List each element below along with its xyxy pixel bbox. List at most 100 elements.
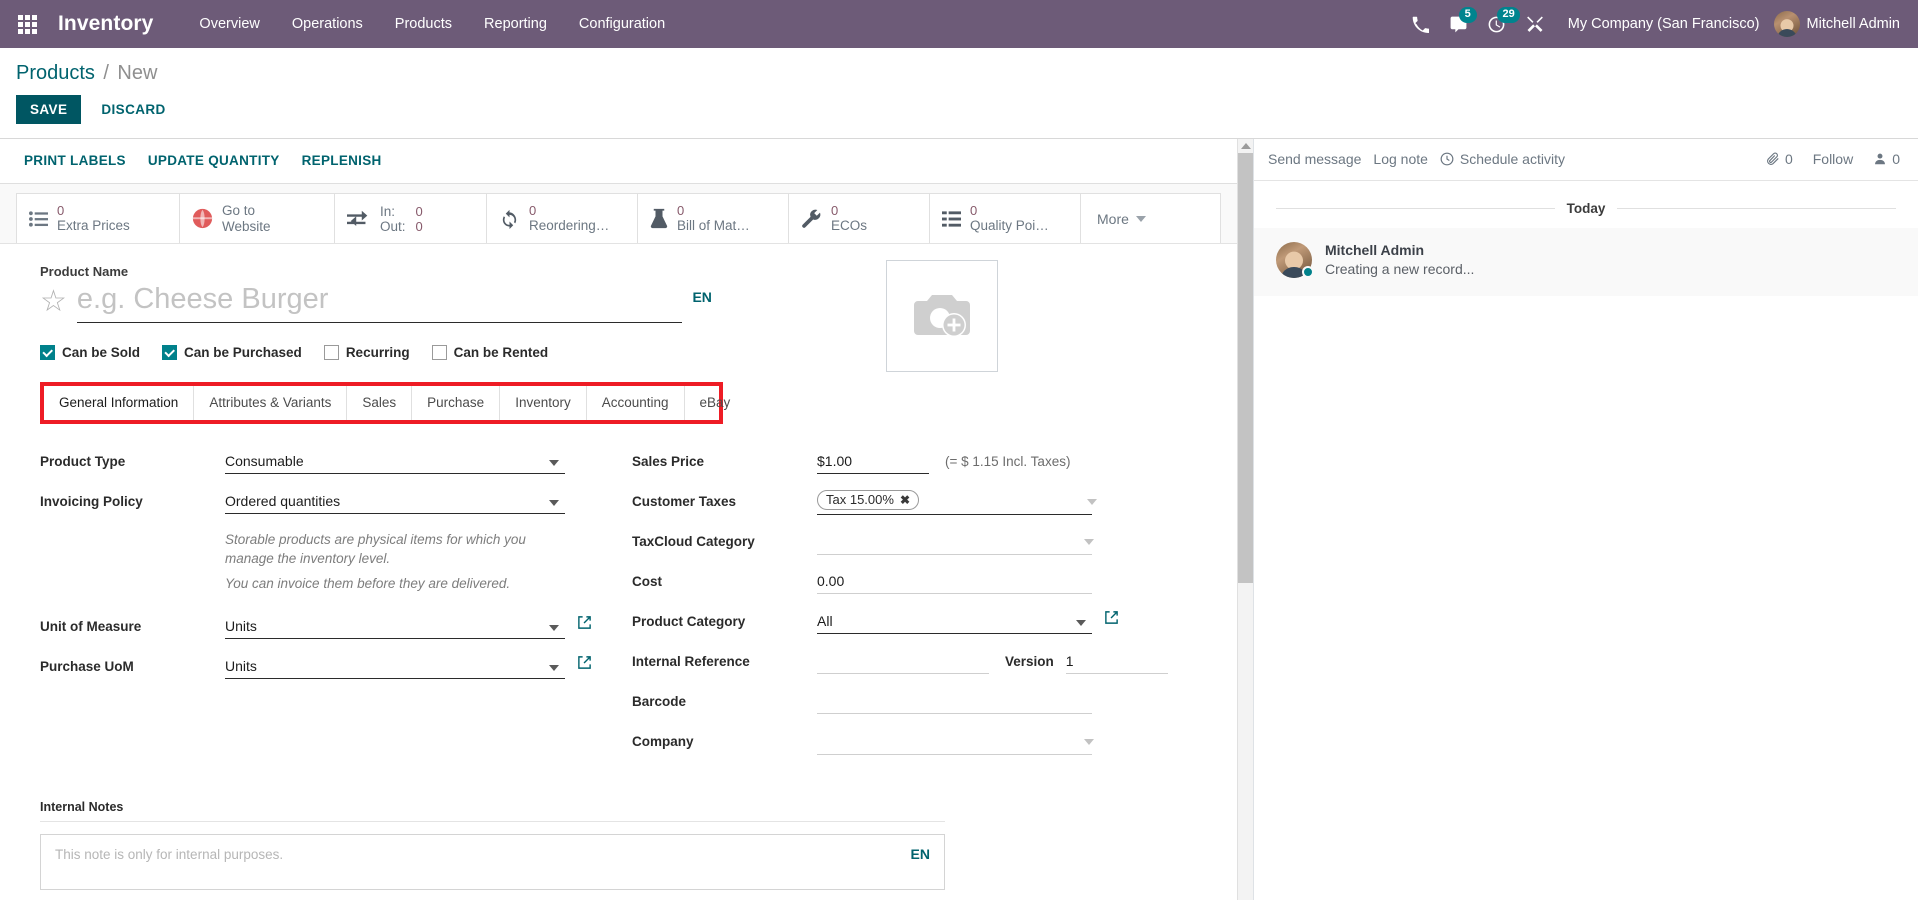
purchase-uom-select[interactable]: Units bbox=[225, 655, 565, 680]
menu-overview[interactable]: Overview bbox=[183, 0, 275, 48]
smart-button-bill-of-materials[interactable]: 0 Bill of Mat… bbox=[638, 194, 789, 243]
update-quantity-button[interactable]: UPDATE QUANTITY bbox=[140, 149, 288, 172]
tag-remove-icon[interactable]: ✖ bbox=[900, 493, 910, 507]
customer-taxes-input[interactable]: Tax 15.00% ✖ bbox=[817, 490, 1092, 515]
followers-count[interactable]: 0 bbox=[1873, 151, 1900, 167]
menu-products[interactable]: Products bbox=[379, 0, 468, 48]
field-label: Purchase UoM bbox=[40, 659, 134, 675]
scroll-up-arrow-icon[interactable] bbox=[1240, 143, 1251, 149]
field-label: Internal Reference bbox=[632, 654, 750, 669]
checkbox-recurring[interactable]: Recurring bbox=[323, 345, 410, 360]
smart-value-out: 0 bbox=[415, 218, 423, 234]
menu-operations[interactable]: Operations bbox=[276, 0, 379, 48]
product-image-upload[interactable] bbox=[886, 260, 998, 372]
product-type-select[interactable]: Consumable bbox=[225, 450, 565, 474]
field-label: Barcode bbox=[632, 694, 687, 709]
barcode-input[interactable] bbox=[817, 690, 1092, 714]
avatar bbox=[1276, 242, 1314, 278]
user-menu[interactable]: Mitchell Admin bbox=[1773, 11, 1906, 37]
smart-button-ecos[interactable]: 0 ECOs bbox=[789, 194, 930, 243]
messages-icon[interactable]: 5 bbox=[1440, 0, 1478, 48]
discard-button[interactable]: DISCARD bbox=[91, 95, 175, 124]
smart-label: ECOs bbox=[831, 218, 868, 234]
schedule-activity-label: Schedule activity bbox=[1459, 151, 1565, 167]
internal-notes-title: Internal Notes bbox=[40, 800, 945, 822]
external-link-icon[interactable] bbox=[577, 655, 592, 670]
smart-label: Bill of Mat… bbox=[677, 218, 750, 234]
smart-button-in-out[interactable]: In: 0 Out: 0 bbox=[335, 194, 487, 243]
field-purchase-uom: Purchase UoM Units bbox=[40, 655, 632, 681]
breadcrumb-products[interactable]: Products bbox=[16, 62, 95, 84]
smart-button-go-to-website[interactable]: Go to Website bbox=[180, 194, 335, 243]
tab-inventory[interactable]: Inventory bbox=[500, 386, 587, 420]
field-label: TaxCloud Category bbox=[632, 534, 755, 549]
tag-tax[interactable]: Tax 15.00% ✖ bbox=[817, 490, 919, 510]
scrollbar-thumb[interactable] bbox=[1238, 153, 1253, 583]
smart-button-reordering-rules[interactable]: 0 Reordering… bbox=[487, 194, 638, 243]
send-message-button[interactable]: Send message bbox=[1268, 149, 1373, 169]
apps-grid-icon[interactable] bbox=[8, 5, 46, 43]
help-text-invoice: You can invoice them before they are del… bbox=[225, 576, 511, 592]
online-status-dot bbox=[1302, 266, 1314, 278]
fields-left-column: Product Type Consumable Invoicing Policy bbox=[40, 450, 632, 770]
breadcrumb: Products / New bbox=[0, 48, 1918, 85]
chevron-down-icon bbox=[1076, 620, 1086, 626]
chevron-down-icon bbox=[1087, 499, 1097, 505]
internal-notes-lang-badge[interactable]: EN bbox=[911, 846, 930, 862]
follow-button[interactable]: Follow bbox=[1813, 151, 1853, 167]
taxcloud-category-select[interactable] bbox=[817, 530, 1094, 555]
company-switcher[interactable]: My Company (San Francisco) bbox=[1554, 16, 1774, 32]
form-vertical-scrollbar[interactable] bbox=[1237, 139, 1253, 900]
external-link-icon[interactable] bbox=[577, 615, 592, 630]
smart-key-in: In: bbox=[380, 203, 396, 219]
print-labels-button[interactable]: PRINT LABELS bbox=[16, 149, 134, 172]
field-value: Units bbox=[225, 658, 257, 675]
checkbox-can-be-rented[interactable]: Can be Rented bbox=[431, 345, 548, 360]
wrench-icon bbox=[801, 208, 822, 229]
unit-of-measure-select[interactable]: Units bbox=[225, 615, 565, 640]
chevron-down-icon bbox=[549, 665, 559, 672]
internal-notes-input[interactable]: This note is only for internal purposes.… bbox=[40, 834, 945, 890]
save-button[interactable]: SAVE bbox=[16, 95, 82, 124]
tab-ebay[interactable]: eBay bbox=[685, 386, 746, 420]
checkbox-can-be-sold[interactable]: Can be Sold bbox=[40, 345, 140, 360]
phone-icon[interactable] bbox=[1402, 0, 1440, 48]
menu-reporting[interactable]: Reporting bbox=[468, 0, 563, 48]
internal-reference-input[interactable] bbox=[817, 650, 989, 674]
company-select[interactable] bbox=[817, 730, 1094, 755]
smart-label: Reordering… bbox=[529, 218, 610, 234]
product-name-input[interactable] bbox=[76, 283, 682, 323]
field-label: Company bbox=[632, 734, 694, 749]
debug-tools-icon[interactable] bbox=[1516, 0, 1554, 48]
tab-accounting[interactable]: Accounting bbox=[587, 386, 685, 420]
app-brand-inventory[interactable]: Inventory bbox=[58, 12, 153, 36]
chatter-toolbar: Send message Log note Schedule activity … bbox=[1254, 139, 1918, 181]
version-input[interactable]: 1 bbox=[1065, 650, 1168, 674]
tab-general-information[interactable]: General Information bbox=[44, 386, 195, 420]
invoicing-policy-select[interactable]: Ordered quantities bbox=[225, 490, 565, 514]
menu-configuration[interactable]: Configuration bbox=[563, 0, 681, 48]
schedule-activity-button[interactable]: Schedule activity bbox=[1440, 151, 1565, 167]
paperclip-icon bbox=[1767, 152, 1779, 165]
smart-button-quality-points[interactable]: 0 Quality Poi… bbox=[930, 194, 1081, 243]
product-category-select[interactable]: All bbox=[817, 610, 1092, 634]
attachment-count-value: 0 bbox=[1784, 151, 1793, 167]
smart-button-more[interactable]: More bbox=[1081, 194, 1162, 243]
attachment-count[interactable]: 0 bbox=[1766, 151, 1793, 167]
log-note-button[interactable]: Log note bbox=[1373, 149, 1440, 169]
product-name-lang-badge[interactable]: EN bbox=[692, 289, 711, 305]
tab-attributes-variants[interactable]: Attributes & Variants bbox=[194, 386, 348, 420]
activities-clock-icon[interactable]: 29 bbox=[1478, 0, 1520, 48]
sales-price-input[interactable]: $1.00 bbox=[817, 450, 929, 474]
replenish-button[interactable]: REPLENISH bbox=[294, 149, 390, 172]
breadcrumb-current: New bbox=[117, 62, 158, 84]
smart-button-extra-prices[interactable]: 0 Extra Prices bbox=[17, 194, 180, 243]
tab-sales[interactable]: Sales bbox=[347, 386, 413, 420]
external-link-icon[interactable] bbox=[1104, 610, 1119, 625]
date-separator-label: Today bbox=[1566, 201, 1606, 216]
checkbox-can-be-purchased[interactable]: Can be Purchased bbox=[162, 345, 302, 360]
cost-input[interactable]: 0.00 bbox=[817, 570, 1092, 594]
star-outline-icon[interactable]: ☆ bbox=[40, 287, 67, 317]
tab-purchase[interactable]: Purchase bbox=[412, 386, 501, 420]
field-label: Product Type bbox=[40, 454, 126, 469]
